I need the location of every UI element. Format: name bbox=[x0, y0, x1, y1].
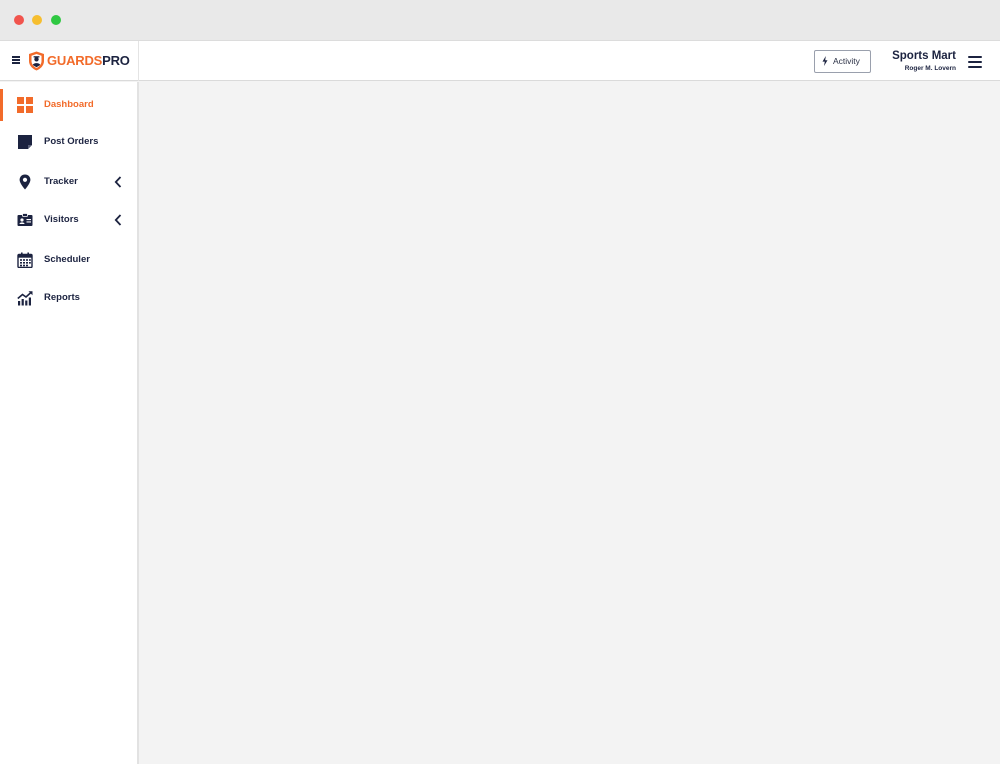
chevron-left-icon[interactable] bbox=[114, 214, 122, 226]
window-titlebar bbox=[0, 0, 1000, 41]
sidebar-item-label: Reports bbox=[44, 292, 80, 303]
user-name: Roger M. Lovern bbox=[904, 65, 956, 72]
lightning-icon bbox=[822, 56, 828, 66]
sidebar-item-label: Scheduler bbox=[44, 254, 90, 265]
sidebar-item-label: Visitors bbox=[44, 214, 79, 225]
minimize-window-button[interactable] bbox=[32, 15, 42, 25]
activity-button[interactable]: Activity bbox=[814, 50, 871, 73]
brand-name-part1: GUARDS bbox=[47, 53, 103, 68]
sidebar-item-post-orders[interactable]: Post Orders bbox=[0, 124, 137, 160]
browser-window: GUARDSPRO Activity Sports Mart Roger M. … bbox=[0, 0, 1000, 764]
map-pin-icon bbox=[19, 174, 31, 190]
chart-up-icon bbox=[17, 291, 33, 306]
sidebar: Dashboard Post Orders Tracker Visitors S… bbox=[0, 82, 139, 764]
brand-area: GUARDSPRO bbox=[0, 41, 139, 81]
sidebar-item-tracker[interactable]: Tracker bbox=[0, 164, 137, 200]
sidebar-toggle-icon[interactable] bbox=[12, 56, 20, 64]
account-info[interactable]: Sports Mart Roger M. Lovern bbox=[892, 49, 956, 73]
main-content-area bbox=[141, 82, 1000, 764]
sidebar-item-label: Dashboard bbox=[44, 99, 94, 110]
sidebar-item-label: Tracker bbox=[44, 176, 78, 187]
grid-icon bbox=[17, 97, 33, 113]
brand-wordmark: GUARDSPRO bbox=[47, 53, 130, 69]
app-header: GUARDSPRO Activity Sports Mart Roger M. … bbox=[0, 41, 1000, 81]
note-icon bbox=[18, 135, 32, 149]
activity-button-label: Activity bbox=[833, 56, 860, 66]
main-menu-icon[interactable] bbox=[968, 56, 982, 68]
sidebar-item-scheduler[interactable]: Scheduler bbox=[0, 242, 137, 278]
active-indicator bbox=[0, 89, 3, 121]
id-card-icon bbox=[17, 213, 33, 226]
shield-logo-icon bbox=[29, 51, 44, 71]
brand-name-part2: PRO bbox=[102, 53, 130, 68]
calendar-icon bbox=[17, 252, 33, 268]
sidebar-item-reports[interactable]: Reports bbox=[0, 280, 137, 316]
chevron-left-icon[interactable] bbox=[114, 176, 122, 188]
sidebar-item-label: Post Orders bbox=[44, 136, 99, 147]
maximize-window-button[interactable] bbox=[51, 15, 61, 25]
close-window-button[interactable] bbox=[14, 15, 24, 25]
company-name: Sports Mart bbox=[892, 50, 956, 62]
sidebar-item-dashboard[interactable]: Dashboard bbox=[0, 87, 137, 123]
sidebar-item-visitors[interactable]: Visitors bbox=[0, 202, 137, 238]
